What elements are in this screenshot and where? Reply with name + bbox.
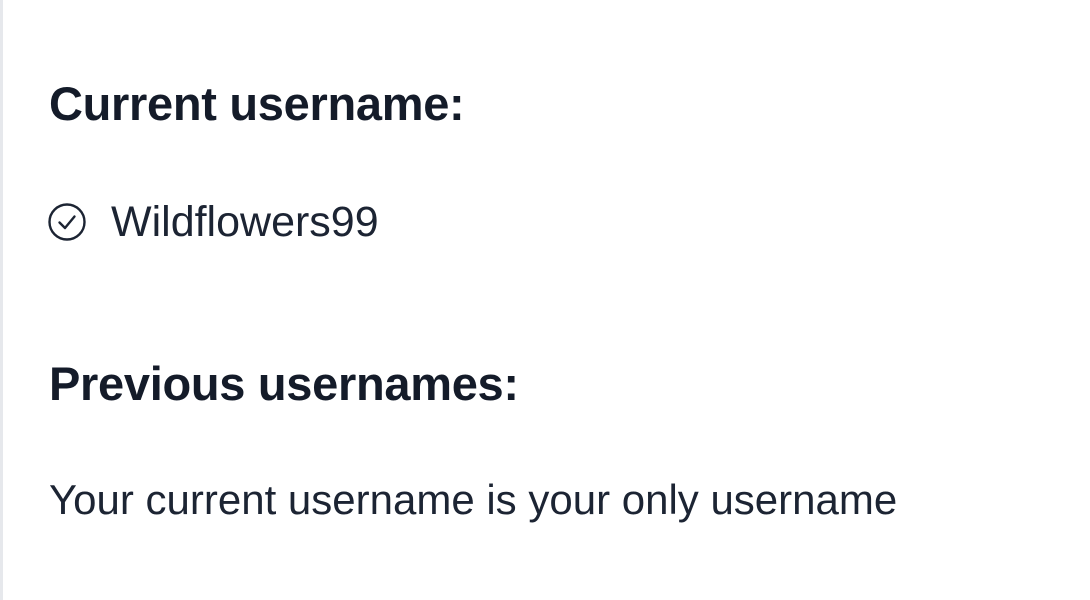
previous-usernames-empty-message: Your current username is your only usern… (49, 476, 898, 523)
check-circle-icon (47, 202, 87, 242)
current-username-row: Wildflowers99 (47, 198, 379, 246)
current-username-heading: Current username: (49, 77, 465, 130)
previous-usernames-heading: Previous usernames: (49, 357, 519, 410)
current-username-value: Wildflowers99 (111, 197, 379, 246)
username-history-panel: Current username: Wildflowers99 Previous… (0, 0, 1090, 600)
